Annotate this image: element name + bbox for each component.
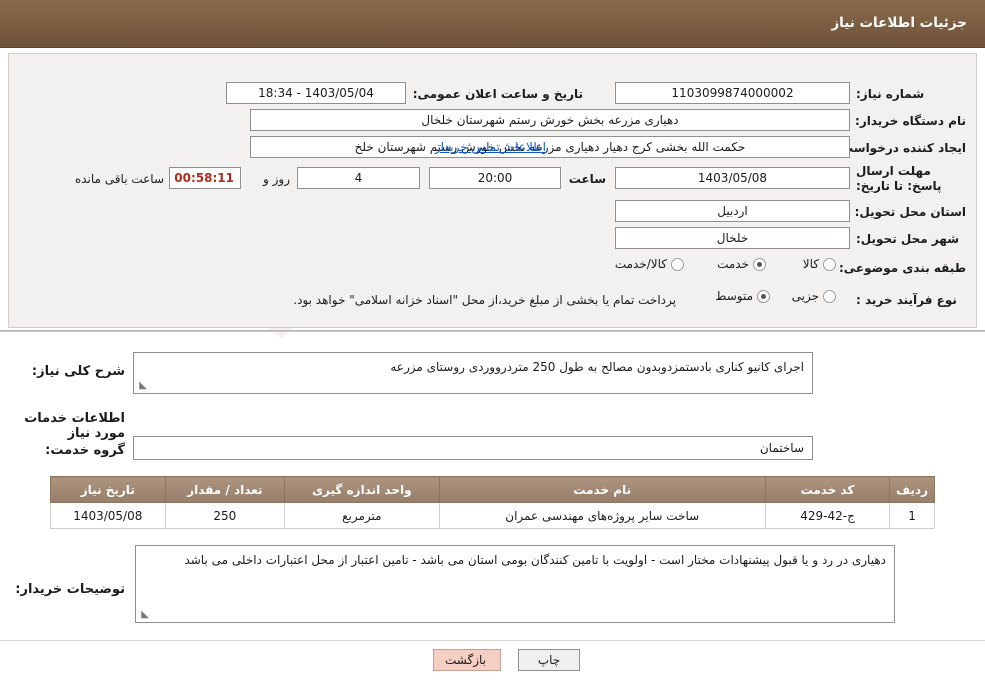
general-desc-value: اجرای کانیو کناری بادستمزدوبدون مصالح به… (133, 352, 813, 394)
resize-grip-icon[interactable]: ◣ (139, 610, 149, 620)
countdown-timer: 00:58:11 (169, 167, 241, 189)
section-divider (0, 330, 985, 332)
radio-icon[interactable] (757, 289, 770, 303)
deadline-date-value: 1403/05/08 (615, 167, 850, 189)
cell-code: ج-42-429 (764, 502, 891, 529)
print-button[interactable]: چاپ (518, 649, 580, 671)
category-option-label: خدمت (717, 257, 749, 271)
province-value: اردبیل (615, 200, 850, 222)
table-row: 1 ج-42-429 ساخت سایر پروژه‌های مهندسی عم… (50, 502, 935, 529)
city-label: شهر محل تحویل: (856, 232, 960, 246)
services-table: ردیف کد خدمت نام خدمت واحد اندازه گیری ت… (50, 476, 935, 529)
requester-label: ایجاد کننده درخواست: (836, 141, 966, 155)
radio-icon[interactable] (823, 289, 836, 303)
th-quantity: تعداد / مقدار (164, 476, 286, 503)
deadline-hour-value: 20:00 (429, 167, 561, 189)
page-root: جزئیات اطلاعات نیاز AriaTender.net شماره… (0, 0, 985, 691)
radio-icon[interactable] (823, 257, 836, 271)
buyer-contact-link[interactable]: اطلاعات تماس خریدار (435, 140, 546, 154)
back-button[interactable]: بازگشت (433, 649, 501, 671)
buyer-contact-link-text[interactable]: اطلاعات تماس خریدار (435, 140, 546, 154)
deadline-hour-label: ساعت (568, 172, 606, 186)
deadline-days-label: روز و (263, 172, 290, 186)
buyer-org-label: نام دستگاه خریدار: (855, 114, 966, 128)
purchase-type-option-label: جزیی (791, 289, 819, 303)
page-header: جزئیات اطلاعات نیاز (0, 0, 985, 48)
countdown-suffix-label: ساعت باقی مانده (74, 172, 164, 186)
table-header-row: ردیف کد خدمت نام خدمت واحد اندازه گیری ت… (50, 476, 935, 503)
th-unit: واحد اندازه گیری (284, 476, 440, 503)
buyer-notes-value: دهیاری در رد و یا قبول پیشنهادات مختار ا… (135, 545, 895, 623)
resize-grip-icon[interactable]: ◣ (137, 381, 147, 391)
cell-name: ساخت سایر پروژه‌های مهندسی عمران (438, 502, 766, 529)
footer-divider (0, 640, 985, 641)
purchase-type-label: نوع فرآیند خرید : (856, 293, 957, 307)
buyer-notes-text: دهیاری در رد و یا قبول پیشنهادات مختار ا… (184, 553, 886, 567)
th-index: ردیف (889, 476, 935, 503)
service-group-text: ساختمان (759, 441, 804, 455)
service-group-value: ساختمان (133, 436, 813, 460)
purchase-type-radio-motevaset[interactable]: متوسط (715, 289, 770, 303)
announce-datetime-label: تاریخ و ساعت اعلان عمومی: (412, 87, 583, 101)
buyer-notes-label: توضیحات خریدار: (15, 582, 125, 597)
category-radio-kala[interactable]: کالا (803, 257, 836, 271)
radio-icon[interactable] (671, 257, 684, 271)
category-option-label: کالا/خدمت (614, 257, 667, 271)
purchase-note: پرداخت تمام یا بخشی از مبلغ خرید،از محل … (293, 293, 676, 307)
general-desc-label: شرح کلی نیاز: (31, 364, 125, 379)
purchase-type-option-label: متوسط (715, 289, 753, 303)
requester-value: حکمت الله بخشی کرج دهیار دهیاری مزرعه بخ… (250, 136, 850, 158)
category-radio-khedmat[interactable]: خدمت (717, 257, 766, 271)
cell-index: 1 (889, 502, 935, 529)
need-number-value: 1103099874000002 (615, 82, 850, 104)
cell-date: 1403/05/08 (50, 502, 166, 529)
general-desc-text: اجرای کانیو کناری بادستمزدوبدون مصالح به… (390, 360, 804, 374)
need-number-label: شماره نیاز: (856, 87, 925, 101)
city-value: خلخال (615, 227, 850, 249)
category-radio-kala-khedmat[interactable]: کالا/خدمت (615, 257, 684, 271)
need-info-form: شماره نیاز: 1103099874000002 تاریخ و ساع… (8, 53, 977, 328)
deadline-days-value: 4 (297, 167, 420, 189)
buyer-org-value: دهیاری مزرعه بخش خورش رستم شهرستان خلخال (250, 109, 850, 131)
cell-unit: مترمربع (284, 502, 440, 529)
deadline-label: مهلت ارسال پاسخ: تا تاریخ: (856, 164, 942, 193)
service-group-label: گروه خدمت: (45, 443, 125, 458)
radio-icon[interactable] (753, 257, 766, 271)
page-title: جزئیات اطلاعات نیاز (831, 15, 967, 31)
th-code: کد خدمت (764, 476, 891, 503)
th-name: نام خدمت (438, 476, 766, 503)
th-date: تاریخ نیاز (50, 476, 166, 503)
cell-quantity: 250 (164, 502, 286, 529)
province-label: استان محل تحویل: (854, 205, 966, 219)
category-label: طبقه بندی موضوعی: (838, 261, 966, 275)
purchase-type-radio-jozi[interactable]: جزیی (792, 289, 836, 303)
services-section-title: اطلاعات خدمات مورد نیاز (24, 411, 125, 441)
category-option-label: کالا (802, 257, 819, 271)
announce-datetime-value: 1403/05/04 - 18:34 (226, 82, 406, 104)
